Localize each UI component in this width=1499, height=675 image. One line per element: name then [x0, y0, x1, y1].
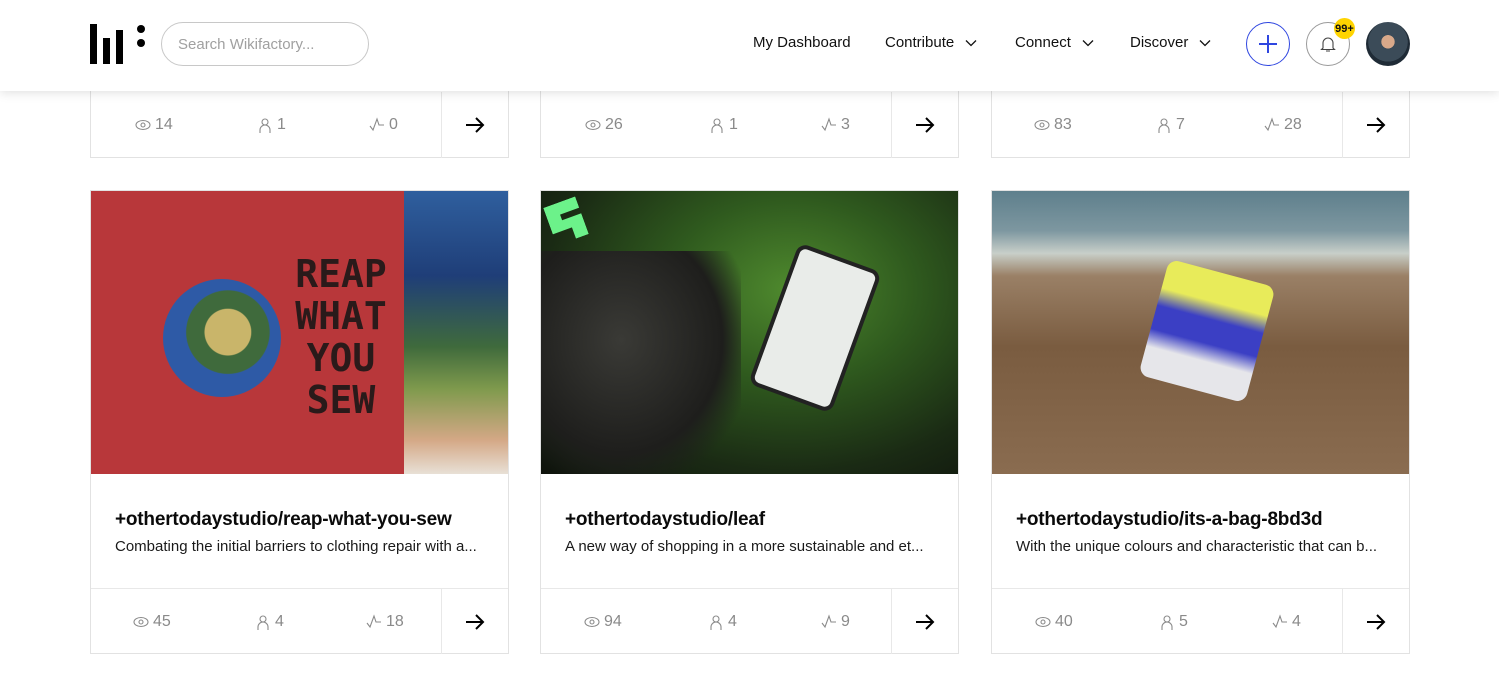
wikifactory-logo-icon[interactable] [90, 24, 146, 64]
activity-icon [366, 613, 381, 628]
contributors-stat: 7 [1156, 116, 1185, 134]
arrow-right-icon [1367, 117, 1386, 133]
person-icon [710, 614, 722, 630]
person-icon [1161, 614, 1173, 630]
open-project-button[interactable] [891, 92, 958, 158]
eye-icon [133, 616, 149, 627]
project-thumbnail[interactable]: REAP WHAT YOU SEW [91, 191, 508, 474]
user-avatar[interactable] [1366, 22, 1410, 66]
arrow-right-icon [466, 613, 485, 630]
project-description: A new way of shopping in a more sustaina… [565, 538, 924, 555]
eye-icon [1034, 119, 1050, 131]
changes-stat: 3 [821, 116, 850, 134]
project-thumbnail[interactable] [992, 191, 1409, 474]
eye-icon [584, 616, 600, 627]
arrow-right-icon [466, 117, 485, 133]
person-icon [259, 118, 271, 133]
arrow-right-icon [1367, 613, 1386, 630]
changes-stat: 0 [369, 116, 398, 134]
eye-icon [135, 119, 151, 131]
open-project-button[interactable] [1342, 92, 1409, 158]
create-button[interactable] [1246, 22, 1290, 66]
views-stat: 45 [133, 613, 171, 631]
views-stat: 94 [584, 613, 622, 631]
arrow-right-icon [916, 613, 935, 630]
views-stat: 40 [1035, 613, 1073, 631]
project-description: With the unique colours and characterist… [1016, 538, 1378, 555]
image-text: REAP WHAT YOU SEW [295, 252, 387, 422]
activity-icon [369, 117, 384, 132]
views-stat: 14 [135, 116, 173, 134]
nav-discover[interactable]: Discover [1130, 34, 1212, 51]
project-title[interactable]: +othertodaystudio/leaf [565, 509, 765, 531]
contributors-stat: 4 [708, 613, 737, 631]
contributors-stat: 1 [257, 116, 286, 134]
notifications-badge: 99+ [1334, 18, 1355, 39]
plus-icon [1259, 35, 1277, 53]
chevron-down-icon [1082, 39, 1094, 46]
search-input[interactable] [161, 22, 369, 66]
open-project-button[interactable] [441, 92, 508, 158]
contributors-stat: 5 [1159, 613, 1188, 631]
open-project-button[interactable] [441, 589, 508, 654]
nav-connect[interactable]: Connect [1015, 34, 1095, 51]
nav-contribute[interactable]: Contribute [885, 34, 978, 51]
project-description: Combating the initial barriers to clothi… [115, 538, 477, 555]
person-icon [711, 118, 723, 133]
changes-stat: 18 [366, 613, 404, 631]
activity-icon [821, 117, 836, 132]
brand-logo-icon [543, 196, 589, 245]
views-stat: 26 [585, 116, 623, 134]
person-icon [1158, 118, 1170, 133]
eye-icon [585, 119, 601, 131]
nav-my-dashboard[interactable]: My Dashboard [753, 34, 851, 51]
project-card[interactable]: +othertodaystudio/leaf A new way of shop… [540, 190, 959, 654]
contributors-stat: 1 [709, 116, 738, 134]
contributors-stat: 4 [255, 613, 284, 631]
changes-stat: 28 [1264, 116, 1302, 134]
views-stat: 83 [1034, 116, 1072, 134]
activity-icon [1264, 117, 1279, 132]
chevron-down-icon [965, 39, 977, 46]
open-project-button[interactable] [1342, 589, 1409, 654]
project-thumbnail[interactable] [541, 191, 958, 474]
person-icon [257, 614, 269, 630]
activity-icon [821, 613, 836, 628]
eye-icon [1035, 616, 1051, 627]
open-project-button[interactable] [891, 589, 958, 654]
project-card[interactable]: +othertodaystudio/its-a-bag-8bd3d With t… [991, 190, 1410, 654]
arrow-right-icon [916, 117, 935, 133]
changes-stat: 4 [1272, 613, 1301, 631]
top-navigation-bar: My Dashboard Contribute Connect Discover… [0, 0, 1499, 91]
changes-stat: 9 [821, 613, 850, 631]
chevron-down-icon [1199, 39, 1211, 46]
bell-icon [1320, 37, 1336, 52]
project-title[interactable]: +othertodaystudio/its-a-bag-8bd3d [1016, 509, 1323, 531]
project-title[interactable]: +othertodaystudio/reap-what-you-sew [115, 509, 452, 531]
activity-icon [1272, 613, 1287, 628]
project-card[interactable]: REAP WHAT YOU SEW +othertodaystudio/reap… [90, 190, 509, 654]
